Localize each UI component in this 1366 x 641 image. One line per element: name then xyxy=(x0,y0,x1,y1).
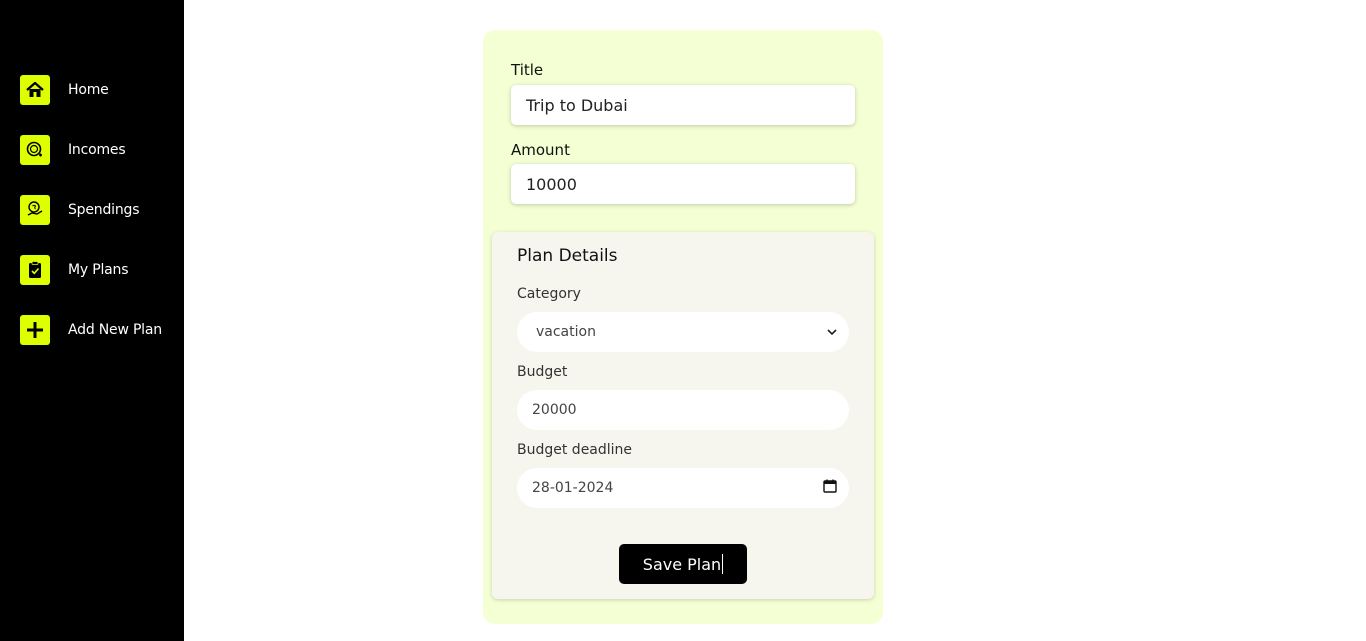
sidebar-item-label: Add New Plan xyxy=(68,322,162,338)
amount-input[interactable]: 10000 xyxy=(511,164,855,204)
budget-deadline-label: Budget deadline xyxy=(517,442,633,458)
budget-label: Budget xyxy=(517,364,568,380)
plan-form-card: Title Trip to Dubai Amount 10000 Plan De… xyxy=(483,30,883,624)
sidebar-item-label: My Plans xyxy=(68,262,129,278)
title-label: Title xyxy=(511,61,544,79)
plan-details-heading: Plan Details xyxy=(517,246,618,266)
sidebar-item-home[interactable]: Home xyxy=(20,75,109,105)
category-select-value: vacation xyxy=(536,324,596,340)
home-icon xyxy=(20,75,50,105)
budget-input-value: 20000 xyxy=(532,402,577,418)
calendar-icon[interactable] xyxy=(823,479,837,497)
sidebar-item-label: Incomes xyxy=(68,142,126,158)
plan-details-section: Plan Details Category vacation Budget 20… xyxy=(492,232,874,599)
budget-input[interactable]: 20000 xyxy=(517,390,849,430)
chevron-down-icon xyxy=(827,324,837,340)
sidebar-item-label: Home xyxy=(68,82,109,98)
sidebar-item-add-new-plan[interactable]: Add New Plan xyxy=(20,315,162,345)
sidebar-item-my-plans[interactable]: My Plans xyxy=(20,255,128,285)
sidebar-item-incomes[interactable]: Incomes xyxy=(20,135,126,165)
clipboard-check-icon xyxy=(20,255,50,285)
sidebar-item-label: Spendings xyxy=(68,202,140,218)
category-select[interactable]: vacation xyxy=(517,312,849,352)
budget-deadline-input[interactable]: 28-01-2024 xyxy=(517,468,849,508)
category-label: Category xyxy=(517,286,581,302)
save-plan-label: Save Plan xyxy=(642,554,722,574)
income-coin-icon xyxy=(20,135,50,165)
plus-icon xyxy=(20,315,50,345)
budget-deadline-value: 28-01-2024 xyxy=(532,480,614,496)
spending-hand-icon xyxy=(20,195,50,225)
sidebar-item-spendings[interactable]: Spendings xyxy=(20,195,139,225)
text-cursor xyxy=(722,554,724,574)
sidebar: Home Incomes Spendings My Plans Add New … xyxy=(0,0,184,641)
save-plan-button[interactable]: Save Plan xyxy=(619,544,747,584)
title-input[interactable]: Trip to Dubai xyxy=(511,85,855,125)
amount-label: Amount xyxy=(511,141,570,159)
